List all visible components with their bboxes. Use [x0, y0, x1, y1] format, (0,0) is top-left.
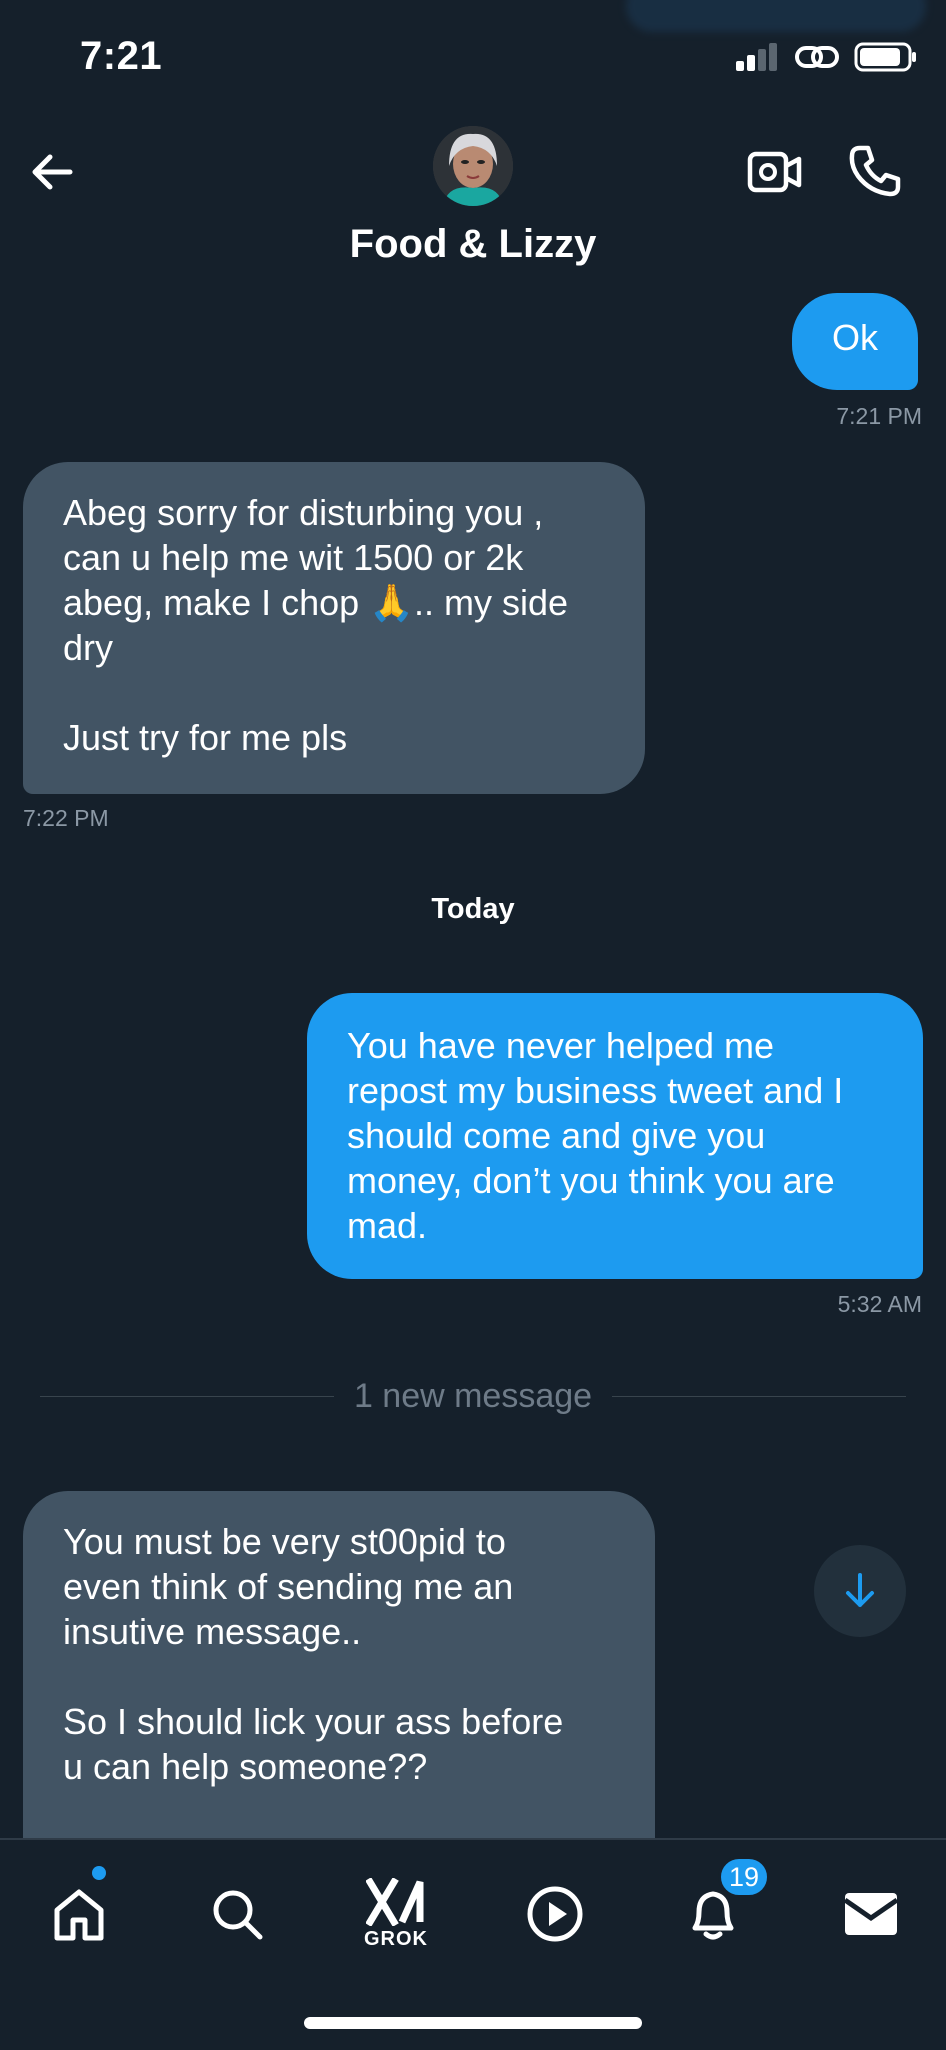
day-separator: Today [431, 893, 515, 925]
message-timestamp: 7:22 PM [23, 805, 109, 831]
hotspot-link-icon [795, 46, 839, 68]
tab-video[interactable] [500, 1864, 610, 1964]
arrow-down-icon [846, 1573, 874, 1607]
tab-search[interactable] [182, 1864, 292, 1964]
message-bubble: Ok [792, 293, 919, 390]
phone-icon [849, 145, 901, 197]
arrow-left-icon [32, 154, 73, 190]
battery-icon [854, 42, 916, 72]
scroll-to-bottom-button[interactable] [814, 1545, 906, 1637]
message-bubble: You have never helped me repost my busin… [307, 993, 923, 1279]
signal-icon [736, 43, 777, 71]
play-circle-icon [527, 1886, 583, 1942]
contact-name[interactable]: Food & Lizzy [0, 222, 946, 267]
grok-label: GROK [364, 1927, 428, 1950]
message-timestamp: 7:21 PM [836, 403, 922, 429]
tab-home[interactable] [24, 1864, 134, 1964]
message-sent[interactable]: You have never helped me repost my busin… [307, 993, 923, 1279]
status-bar: 7:21 [0, 0, 946, 120]
back-button[interactable] [20, 140, 84, 204]
home-unread-dot [92, 1866, 106, 1880]
message-timestamp: 5:32 AM [837, 1291, 922, 1317]
tab-messages[interactable] [816, 1864, 926, 1964]
grok-icon [366, 1877, 424, 1926]
search-icon [213, 1890, 263, 1940]
tab-grok[interactable]: GROK [341, 1864, 451, 1964]
dynamic-island-shadow [626, 0, 926, 32]
new-messages-divider: 1 new message [40, 1376, 907, 1416]
message-sent[interactable]: Ok [792, 293, 919, 390]
status-time: 7:21 [80, 34, 163, 78]
mail-icon [843, 1893, 899, 1935]
new-messages-label: 1 new message [353, 1376, 593, 1415]
home-indicator[interactable] [304, 2017, 642, 2029]
video-camera-icon [747, 151, 802, 193]
contact-avatar[interactable] [433, 126, 513, 206]
home-icon [54, 1889, 104, 1941]
video-call-button[interactable] [742, 136, 808, 206]
conversation-header: Food & Lizzy [0, 110, 946, 280]
status-icons [736, 42, 918, 72]
divider-line [40, 1395, 334, 1397]
voice-call-button[interactable] [840, 136, 910, 206]
message-received[interactable]: Abeg sorry for disturbing you , can u he… [23, 462, 645, 794]
avatar-image [433, 126, 513, 206]
divider-line [612, 1395, 907, 1397]
message-bubble: Abeg sorry for disturbing you , can u he… [23, 462, 645, 794]
notifications-badge: 19 [718, 1856, 770, 1898]
